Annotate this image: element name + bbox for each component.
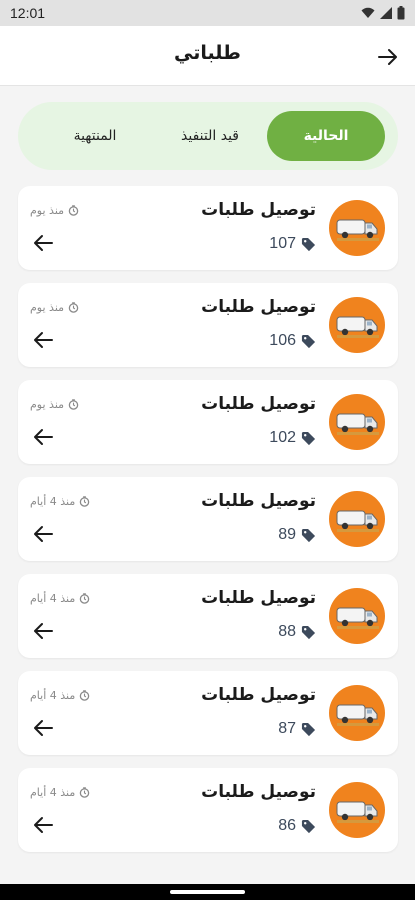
arrow-left-icon[interactable] xyxy=(32,428,54,446)
order-avatar xyxy=(329,394,385,450)
order-title: توصيل طلبات xyxy=(201,200,316,220)
order-card[interactable]: توصيل طلبات 86 منذ 4 أيام xyxy=(18,768,398,852)
order-number-row: 89 xyxy=(278,526,316,544)
tab-finished[interactable]: المنتهية xyxy=(36,111,154,161)
tag-icon xyxy=(301,431,316,445)
order-avatar xyxy=(329,685,385,741)
order-time-row: منذ يوم xyxy=(30,204,79,217)
arrow-right-icon[interactable] xyxy=(377,46,399,68)
order-title: توصيل طلبات xyxy=(201,685,316,705)
van-icon xyxy=(336,607,379,629)
order-number: 87 xyxy=(278,720,296,737)
order-title: توصيل طلبات xyxy=(201,394,316,414)
clock-icon xyxy=(68,205,79,216)
app-bar: طلباتي xyxy=(0,26,415,86)
tag-icon xyxy=(301,237,316,251)
order-number: 88 xyxy=(278,623,296,640)
van-icon xyxy=(336,413,379,435)
order-time: منذ 4 أيام xyxy=(30,592,76,605)
van-icon xyxy=(336,704,379,726)
van-icon xyxy=(336,801,379,823)
arrow-left-icon[interactable] xyxy=(32,816,54,834)
tag-icon xyxy=(301,819,316,833)
order-number: 107 xyxy=(269,235,296,252)
clock-icon xyxy=(68,399,79,410)
tab-current[interactable]: الحالية xyxy=(267,111,385,161)
order-title: توصيل طلبات xyxy=(201,782,316,802)
status-bar: 12:01 xyxy=(0,0,415,26)
order-time-row: منذ 4 أيام xyxy=(30,495,90,508)
order-title: توصيل طلبات xyxy=(201,491,316,511)
tag-icon xyxy=(301,334,316,348)
order-number-row: 107 xyxy=(269,235,316,253)
order-number: 102 xyxy=(269,429,296,446)
order-avatar xyxy=(329,491,385,547)
home-handle[interactable] xyxy=(170,890,245,894)
van-icon xyxy=(336,510,379,532)
order-number-row: 86 xyxy=(278,817,316,835)
order-title: توصيل طلبات xyxy=(201,588,316,608)
tab-in-progress[interactable]: قيد التنفيذ xyxy=(151,111,269,161)
order-card[interactable]: توصيل طلبات 106 منذ يوم xyxy=(18,283,398,367)
clock-icon xyxy=(79,690,90,701)
order-number: 89 xyxy=(278,526,296,543)
van-icon xyxy=(336,316,379,338)
order-card[interactable]: توصيل طلبات 89 منذ 4 أيام xyxy=(18,477,398,561)
order-number: 86 xyxy=(278,817,296,834)
order-number-row: 102 xyxy=(269,429,316,447)
order-avatar xyxy=(329,588,385,644)
order-time: منذ 4 أيام xyxy=(30,786,76,799)
order-time-row: منذ 4 أيام xyxy=(30,592,90,605)
navigation-bar xyxy=(0,884,415,900)
order-number-row: 87 xyxy=(278,720,316,738)
battery-icon xyxy=(397,6,405,20)
order-time-row: منذ 4 أيام xyxy=(30,786,90,799)
order-time: منذ 4 أيام xyxy=(30,495,76,508)
clock-icon xyxy=(79,593,90,604)
tag-icon xyxy=(301,528,316,542)
order-card[interactable]: توصيل طلبات 87 منذ 4 أيام xyxy=(18,671,398,755)
order-time: منذ يوم xyxy=(30,204,65,217)
order-title: توصيل طلبات xyxy=(201,297,316,317)
tag-icon xyxy=(301,722,316,736)
clock-icon xyxy=(68,302,79,313)
order-card[interactable]: توصيل طلبات 88 منذ 4 أيام xyxy=(18,574,398,658)
arrow-left-icon[interactable] xyxy=(32,234,54,252)
order-avatar xyxy=(329,297,385,353)
order-time-row: منذ 4 أيام xyxy=(30,689,90,702)
wifi-icon xyxy=(361,7,375,18)
tag-icon xyxy=(301,625,316,639)
status-time: 12:01 xyxy=(10,5,46,21)
status-tabs: الحالية قيد التنفيذ المنتهية xyxy=(18,102,398,170)
arrow-left-icon[interactable] xyxy=(32,525,54,543)
order-time: منذ يوم xyxy=(30,398,65,411)
order-time-row: منذ يوم xyxy=(30,398,79,411)
arrow-left-icon[interactable] xyxy=(32,719,54,737)
order-avatar xyxy=(329,200,385,256)
page-title: طلباتي xyxy=(174,42,241,64)
order-time-row: منذ يوم xyxy=(30,301,79,314)
order-time: منذ يوم xyxy=(30,301,65,314)
order-number: 106 xyxy=(269,332,296,349)
status-icons xyxy=(361,6,405,20)
arrow-left-icon[interactable] xyxy=(32,331,54,349)
order-time: منذ 4 أيام xyxy=(30,689,76,702)
order-number-row: 106 xyxy=(269,332,316,350)
signal-icon xyxy=(380,7,392,19)
arrow-left-icon[interactable] xyxy=(32,622,54,640)
order-card[interactable]: توصيل طلبات 102 منذ يوم xyxy=(18,380,398,464)
clock-icon xyxy=(79,496,90,507)
order-card[interactable]: توصيل طلبات 107 منذ يوم xyxy=(18,186,398,270)
order-number-row: 88 xyxy=(278,623,316,641)
order-avatar xyxy=(329,782,385,838)
van-icon xyxy=(336,219,379,241)
clock-icon xyxy=(79,787,90,798)
